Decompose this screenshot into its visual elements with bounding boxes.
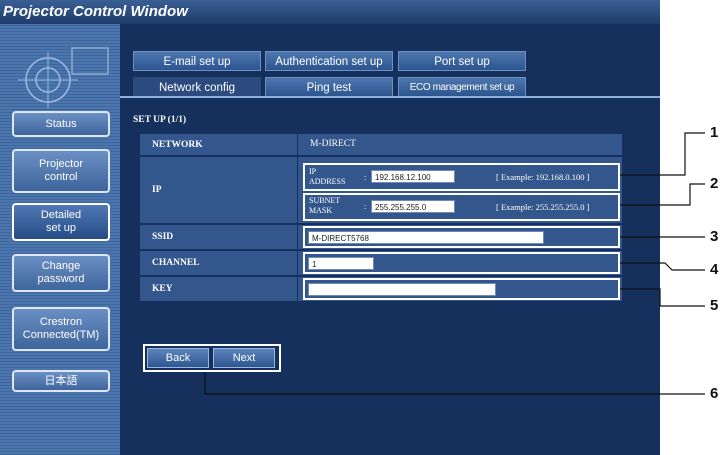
callout-6: 6 <box>710 385 719 402</box>
callout-2: 2 <box>710 175 719 192</box>
callout-4: 4 <box>710 261 719 278</box>
callout-5: 5 <box>710 297 719 314</box>
callout-3: 3 <box>710 228 719 245</box>
callout-1: 1 <box>710 124 719 141</box>
callout-lines <box>204 132 705 395</box>
